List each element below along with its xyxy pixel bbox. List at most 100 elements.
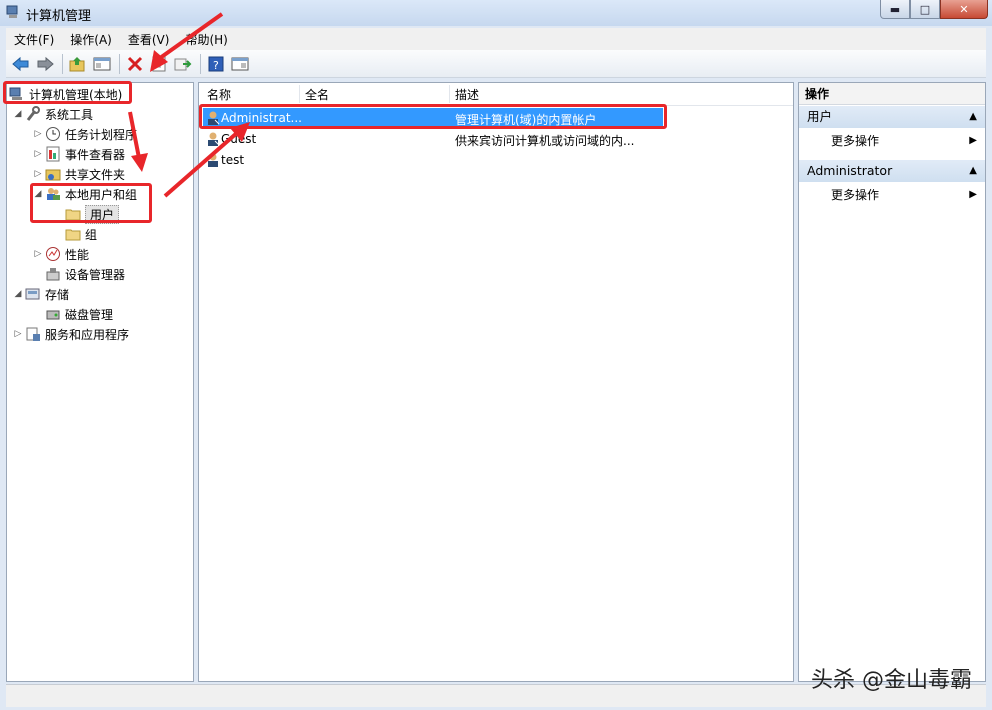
tree-label: 服务和应用程序 xyxy=(45,327,130,342)
submenu-arrow-icon: ▶ xyxy=(969,135,977,146)
list-header: 名称 全名 描述 xyxy=(199,83,793,106)
tools-icon xyxy=(25,106,41,122)
annotation-box-root xyxy=(3,81,132,104)
tree-item-services-apps[interactable]: ▷ 服务和应用程序 xyxy=(11,324,129,344)
tree-item-groups[interactable]: 组 xyxy=(65,224,97,244)
forward-button[interactable] xyxy=(34,53,56,75)
menu-action[interactable]: 操作(A) xyxy=(62,31,120,48)
cell-name: test xyxy=(221,153,245,167)
tree-label: 存储 xyxy=(45,287,70,302)
tree-label: 任务计划程序 xyxy=(65,127,138,142)
toolbar: ? xyxy=(6,50,986,78)
tree-label: 共享文件夹 xyxy=(65,167,126,182)
actions-group-administrator[interactable]: Administrator ▲ xyxy=(799,160,985,182)
title-bar: 计算机管理 ▬ □ ✕ xyxy=(0,0,992,26)
cell-description: 供来宾访问计算机或访问域的内... xyxy=(455,134,635,148)
tree-item-storage[interactable]: ◢ 存储 xyxy=(11,284,69,304)
column-description[interactable]: 描述 xyxy=(455,86,479,103)
tree-item-system-tools[interactable]: ◢ 系统工具 xyxy=(11,104,93,124)
user-icon xyxy=(208,153,218,167)
help-icon: ? xyxy=(208,56,224,72)
actions-group-label: 用户 xyxy=(807,109,833,124)
clock-icon xyxy=(45,126,61,142)
svg-text:?: ? xyxy=(213,59,219,72)
actions-group-users[interactable]: 用户 ▲ xyxy=(799,106,985,128)
up-folder-icon xyxy=(69,56,85,71)
tree-item-task-scheduler[interactable]: ▷ 任务计划程序 xyxy=(31,124,137,144)
menu-help[interactable]: 帮助(H) xyxy=(177,31,235,48)
tree-label: 事件查看器 xyxy=(65,147,126,162)
tree-label: 性能 xyxy=(65,247,90,262)
expand-arrow-icon[interactable]: ▷ xyxy=(31,169,45,179)
column-divider[interactable] xyxy=(299,85,300,103)
maximize-button[interactable]: □ xyxy=(910,0,940,19)
show-hide-tree-button[interactable] xyxy=(91,53,113,75)
computer-management-icon xyxy=(6,5,18,18)
toolbar-separator xyxy=(62,53,63,74)
back-button[interactable] xyxy=(10,53,32,75)
expand-arrow-icon[interactable]: ▷ xyxy=(31,129,45,139)
collapse-arrow-icon[interactable]: ◢ xyxy=(11,109,25,119)
show-hide-tree-icon xyxy=(93,57,111,70)
expand-arrow-icon[interactable]: ▷ xyxy=(31,149,45,159)
services-icon xyxy=(25,326,41,342)
shared-folder-icon xyxy=(45,166,61,182)
watermark: 头杀 @金山毒霸 xyxy=(811,668,972,693)
back-icon xyxy=(12,56,29,71)
collapse-icon[interactable]: ▲ xyxy=(969,160,977,182)
forward-icon xyxy=(37,56,54,71)
actions-title: 操作 xyxy=(799,83,985,105)
view-button[interactable] xyxy=(229,53,251,75)
tree-item-performance[interactable]: ▷ 性能 xyxy=(31,244,89,264)
toolbar-separator xyxy=(200,53,201,74)
disk-icon xyxy=(45,306,61,322)
action-more-actions-administrator[interactable]: 更多操作 ▶ xyxy=(799,184,985,206)
user-list: 名称 全名 描述 Administrat... 管理计算机(域)的内置帐户 Gu… xyxy=(198,82,794,682)
column-name[interactable]: 名称 xyxy=(207,86,231,103)
close-button[interactable]: ✕ xyxy=(940,0,988,19)
export-icon xyxy=(174,58,192,70)
expand-arrow-icon[interactable]: ▷ xyxy=(31,249,45,259)
submenu-arrow-icon: ▶ xyxy=(969,189,977,200)
collapse-arrow-icon[interactable]: ◢ xyxy=(11,289,25,299)
user-icon xyxy=(208,132,220,146)
performance-icon xyxy=(45,246,61,262)
action-label: 更多操作 xyxy=(831,134,880,148)
delete-button[interactable] xyxy=(124,53,146,75)
tree-label: 磁盘管理 xyxy=(65,307,114,322)
properties-icon xyxy=(152,56,166,71)
minimize-icon: ▬ xyxy=(889,2,901,16)
device-manager-icon xyxy=(45,266,61,282)
annotation-box-administrator xyxy=(199,104,667,129)
help-button[interactable]: ? xyxy=(205,53,227,75)
actions-group-label: Administrator xyxy=(807,163,893,178)
list-row-test[interactable]: test xyxy=(203,150,663,170)
menu-file[interactable]: 文件(F) xyxy=(6,31,62,48)
properties-button[interactable] xyxy=(148,53,170,75)
minimize-button[interactable]: ▬ xyxy=(880,0,910,19)
list-row-guest[interactable]: Guest 供来宾访问计算机或访问域的内... xyxy=(203,129,663,149)
tree-item-event-viewer[interactable]: ▷ 事件查看器 xyxy=(31,144,125,164)
tree-item-shared-folders[interactable]: ▷ 共享文件夹 xyxy=(31,164,125,184)
menu-view[interactable]: 查看(V) xyxy=(120,31,178,48)
tree-item-device-manager[interactable]: 设备管理器 xyxy=(45,264,125,284)
export-button[interactable] xyxy=(172,53,194,75)
column-divider[interactable] xyxy=(449,85,450,103)
up-folder-button[interactable] xyxy=(67,53,89,75)
window-title: 计算机管理 xyxy=(26,9,92,24)
tree-item-disk-management[interactable]: 磁盘管理 xyxy=(45,304,113,324)
event-viewer-icon xyxy=(45,146,61,162)
column-fullname[interactable]: 全名 xyxy=(305,86,329,103)
action-label: 更多操作 xyxy=(831,188,880,202)
collapse-icon[interactable]: ▲ xyxy=(969,106,977,128)
tree-label: 组 xyxy=(85,227,98,242)
maximize-icon: □ xyxy=(919,2,931,16)
cell-name: Guest xyxy=(221,132,257,146)
toolbar-separator xyxy=(119,53,120,74)
annotation-box-users-groups xyxy=(30,183,152,223)
action-more-actions-users[interactable]: 更多操作 ▶ xyxy=(799,130,985,152)
delete-icon xyxy=(127,56,143,71)
menu-bar: 文件(F) 操作(A) 查看(V) 帮助(H) xyxy=(6,28,986,50)
tree-label: 系统工具 xyxy=(45,107,94,122)
expand-arrow-icon[interactable]: ▷ xyxy=(11,329,25,339)
